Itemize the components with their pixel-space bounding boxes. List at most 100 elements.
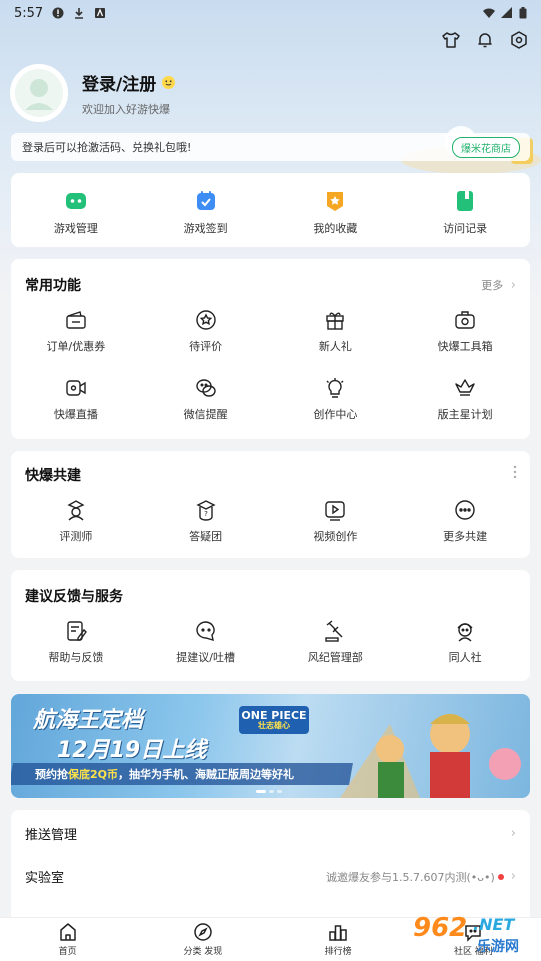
alert-icon (52, 7, 64, 19)
function-label: 答疑团 (189, 530, 223, 543)
play-video-icon (325, 501, 346, 521)
bell-icon[interactable] (475, 30, 495, 50)
red-dot-badge (497, 873, 504, 880)
download-icon (75, 8, 84, 19)
function-label: 更多共建 (443, 530, 488, 543)
newbie-gift-button[interactable]: 新人礼 (271, 309, 401, 354)
star-bubble-icon (195, 310, 216, 330)
wechat-reminder-button[interactable]: 微信提醒 (141, 377, 271, 422)
help-edit-icon (67, 621, 87, 641)
chevron-right-icon: › (510, 869, 516, 884)
cobuild-card: 快爆共建 评测师 ? 答疑团 视频创作 更多共建 (11, 451, 530, 558)
more-dots-icon (455, 500, 475, 520)
tab-label: 排行榜 (324, 947, 352, 957)
quick-label: 游戏管理 (53, 222, 98, 235)
function-label: 同人社 (448, 651, 482, 664)
chat-bubble-icon (195, 621, 215, 641)
row-label: 推送管理 (25, 828, 78, 843)
function-label: 帮助与反馈 (48, 651, 104, 664)
crown-icon (455, 379, 475, 396)
function-label: 待评价 (189, 340, 223, 353)
toolbox-icon (455, 311, 475, 329)
function-label: 快爆工具箱 (437, 340, 493, 353)
logo-text: ONE PIECE (241, 708, 307, 722)
gift-icon (326, 312, 345, 330)
function-label: 提建议/吐槽 (176, 651, 235, 664)
profile-section[interactable]: 登录/注册 欢迎加入好游快爆 (10, 64, 176, 122)
watermark-net: .NET (473, 915, 515, 934)
lab-row[interactable]: 实验室 诚邀爆友参与1.5.7.607内测(•ᴗ•) › (25, 867, 516, 886)
section-title: 快爆共建 (25, 468, 81, 484)
push-management-row[interactable]: 推送管理 › (25, 824, 516, 843)
login-notice-bar: 登录后可以抢激活码、兑换礼包哦! 爆米花商店 (11, 133, 530, 161)
banner-sub-b: ，抽华为手机、海贼正版周边等好礼 (118, 768, 295, 781)
toolbox-button[interactable]: 快爆工具箱 (400, 309, 530, 354)
function-label: 微信提醒 (183, 408, 228, 421)
wallet-icon (66, 311, 86, 329)
fan-club-button[interactable]: 同人社 (400, 620, 530, 665)
battery-icon (519, 7, 527, 19)
one-piece-logo: ONE PIECE 壮志雄心 (239, 706, 309, 734)
tab-ranking[interactable]: 排行榜 (271, 918, 406, 961)
status-bar: 5:57 (0, 0, 541, 26)
video-creation-button[interactable]: 视频创作 (271, 499, 401, 544)
common-functions-card: 常用功能 更多 › 订单/优惠券 待评价 新人礼 快爆工具箱 快爆直播 微信提醒 (11, 259, 530, 439)
banner-title-line1: 航海王定档 (33, 708, 144, 733)
game-checkin-button[interactable]: 游戏签到 (141, 189, 271, 236)
promo-banner[interactable]: 航海王定档 12月19日上线 ONE PIECE 壮志雄心 预约抢保底2Q币，抽… (11, 694, 530, 798)
creation-center-button[interactable]: 创作中心 (271, 377, 401, 422)
banner-illustration (340, 714, 521, 798)
signal-icon (501, 7, 512, 18)
settings-hex-icon[interactable] (509, 30, 529, 50)
clock: 5:57 (14, 5, 44, 21)
section-title: 建议反馈与服务 (25, 589, 123, 605)
tab-home[interactable]: 首页 (0, 918, 135, 961)
login-title-text[interactable]: 登录/注册 (82, 70, 156, 95)
function-label: 创作中心 (313, 408, 358, 421)
book-icon (457, 191, 474, 211)
pending-reviews-button[interactable]: 待评价 (141, 309, 271, 354)
more-label[interactable]: 更多 (481, 279, 503, 292)
banner-subtitle: 预约抢保底2Q币，抽华为手机、海贼正版周边等好礼 (35, 766, 294, 782)
discipline-dept-button[interactable]: 风纪管理部 (271, 620, 401, 665)
tab-discover[interactable]: 分类 发现 (135, 918, 270, 961)
moderator-plan-button[interactable]: 版主星计划 (400, 377, 530, 422)
banner-title-line2: 12月19日上线 (57, 738, 207, 763)
qa-team-button[interactable]: ? 答疑团 (141, 499, 271, 544)
section-title: 常用功能 (25, 278, 81, 294)
reviewer-button[interactable]: 评测师 (11, 499, 141, 544)
game-management-button[interactable]: 游戏管理 (11, 189, 141, 236)
quick-label: 游戏签到 (183, 222, 228, 235)
quick-label: 我的收藏 (313, 222, 358, 235)
overflow-menu-icon[interactable] (512, 465, 518, 479)
function-label: 评测师 (59, 530, 93, 543)
quick-actions-card: 游戏管理 游戏签到 我的收藏 访问记录 (11, 173, 530, 247)
more-link[interactable]: 更多 › (481, 277, 516, 293)
function-label: 版主星计划 (437, 408, 493, 421)
question-cap-icon: ? (196, 500, 216, 521)
app-notification-icon (95, 8, 106, 18)
suggestion-button[interactable]: 提建议/吐槽 (141, 620, 271, 665)
welcome-subtitle: 欢迎加入好游快爆 (82, 102, 170, 116)
function-label: 订单/优惠券 (46, 340, 106, 353)
settings-list: 推送管理 › 实验室 诚邀爆友参与1.5.7.607内测(•ᴗ•) › (11, 810, 530, 920)
popcorn-shop-button[interactable]: 爆米花商店 (452, 136, 520, 158)
row-label: 实验室 (25, 871, 65, 886)
quick-label: 访问记录 (443, 222, 488, 235)
gamepad-icon (65, 193, 86, 209)
login-register-link[interactable]: 登录/注册 (82, 70, 176, 95)
video-camera-icon (66, 380, 86, 396)
tshirt-icon[interactable] (441, 30, 461, 50)
help-feedback-button[interactable]: 帮助与反馈 (11, 620, 141, 665)
live-stream-button[interactable]: 快爆直播 (11, 377, 141, 422)
my-favorites-button[interactable]: 我的收藏 (271, 189, 401, 236)
function-label: 视频创作 (313, 530, 358, 543)
tab-label: 首页 (58, 947, 77, 957)
function-label: 新人礼 (318, 340, 352, 353)
carousel-indicator (256, 790, 282, 793)
orders-coupons-button[interactable]: 订单/优惠券 (11, 309, 141, 354)
more-cobuild-button[interactable]: 更多共建 (400, 499, 530, 544)
avatar[interactable] (10, 64, 68, 122)
visit-history-button[interactable]: 访问记录 (400, 189, 530, 236)
watermark-cn: 乐游网 (477, 939, 519, 955)
